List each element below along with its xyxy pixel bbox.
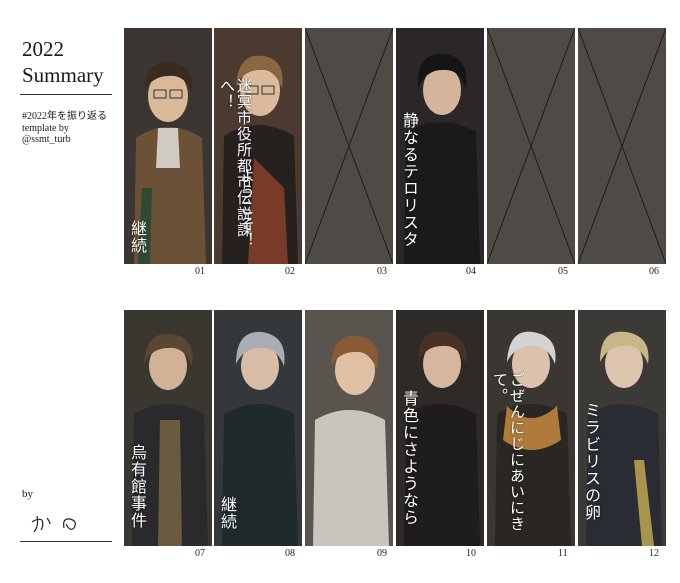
panel-number-01: 01: [195, 266, 205, 277]
panel-number-08: 08: [285, 548, 295, 559]
caption-07: 烏有館事件: [128, 444, 147, 529]
panel-number-12: 12: [649, 548, 659, 559]
panel-number-07: 07: [195, 548, 205, 559]
panel-09[interactable]: [305, 310, 393, 546]
empty-cross-mark: [305, 28, 393, 264]
title-year: 2022: [22, 37, 64, 61]
caption-08: 継続: [218, 496, 237, 530]
author-signature: [28, 510, 88, 541]
caption-12: ミラビリスの卵: [582, 402, 601, 521]
panel-number-06: 06: [649, 266, 659, 277]
panel-number-02: 02: [285, 266, 295, 277]
panel-number-11: 11: [558, 548, 568, 559]
panel-03[interactable]: [305, 28, 393, 264]
page-title: 2022 Summary: [22, 36, 104, 88]
caption-11: ごぜんにじにあいにきて。: [491, 372, 526, 532]
panel-05[interactable]: [487, 28, 575, 264]
panel-10[interactable]: 青色にさようなら: [396, 310, 484, 546]
caption-01: 継続: [128, 220, 147, 254]
panel-number-05: 05: [558, 266, 568, 277]
character-illustration: [305, 310, 393, 546]
panel-04[interactable]: 静なるテロリスタ: [396, 28, 484, 264]
template-credit-line2: @ssmt_turb: [22, 134, 71, 145]
empty-cross-mark: [487, 28, 575, 264]
by-label: by: [22, 488, 33, 500]
title-word: Summary: [22, 63, 104, 87]
panel-06[interactable]: [578, 28, 666, 264]
caption-10: 青色にさようなら: [400, 390, 419, 526]
caption-02-sub: ようこそ！: [238, 168, 256, 248]
panel-02[interactable]: 迷冥市役所都市伝説課へ！ ようこそ！: [214, 28, 302, 264]
panel-12[interactable]: ミラビリスの卵: [578, 310, 666, 546]
hashtag-label: #2022年を振り返る: [22, 111, 107, 122]
title-divider: [20, 94, 112, 95]
empty-cross-mark: [578, 28, 666, 264]
signature-drawing: [31, 515, 76, 533]
panel-number-10: 10: [466, 548, 476, 559]
panel-number-09: 09: [377, 548, 387, 559]
template-credit: template by @ssmt_turb: [22, 123, 71, 145]
caption-04: 静なるテロリスタ: [400, 112, 419, 248]
panel-01[interactable]: 継続: [124, 28, 212, 264]
panel-08[interactable]: 継続: [214, 310, 302, 546]
panel-number-04: 04: [466, 266, 476, 277]
panel-number-03: 03: [377, 266, 387, 277]
signature-divider: [20, 541, 112, 542]
template-credit-line1: template by: [22, 123, 69, 134]
panel-07[interactable]: 烏有館事件: [124, 310, 212, 546]
panel-11[interactable]: ごぜんにじにあいにきて。: [487, 310, 575, 546]
